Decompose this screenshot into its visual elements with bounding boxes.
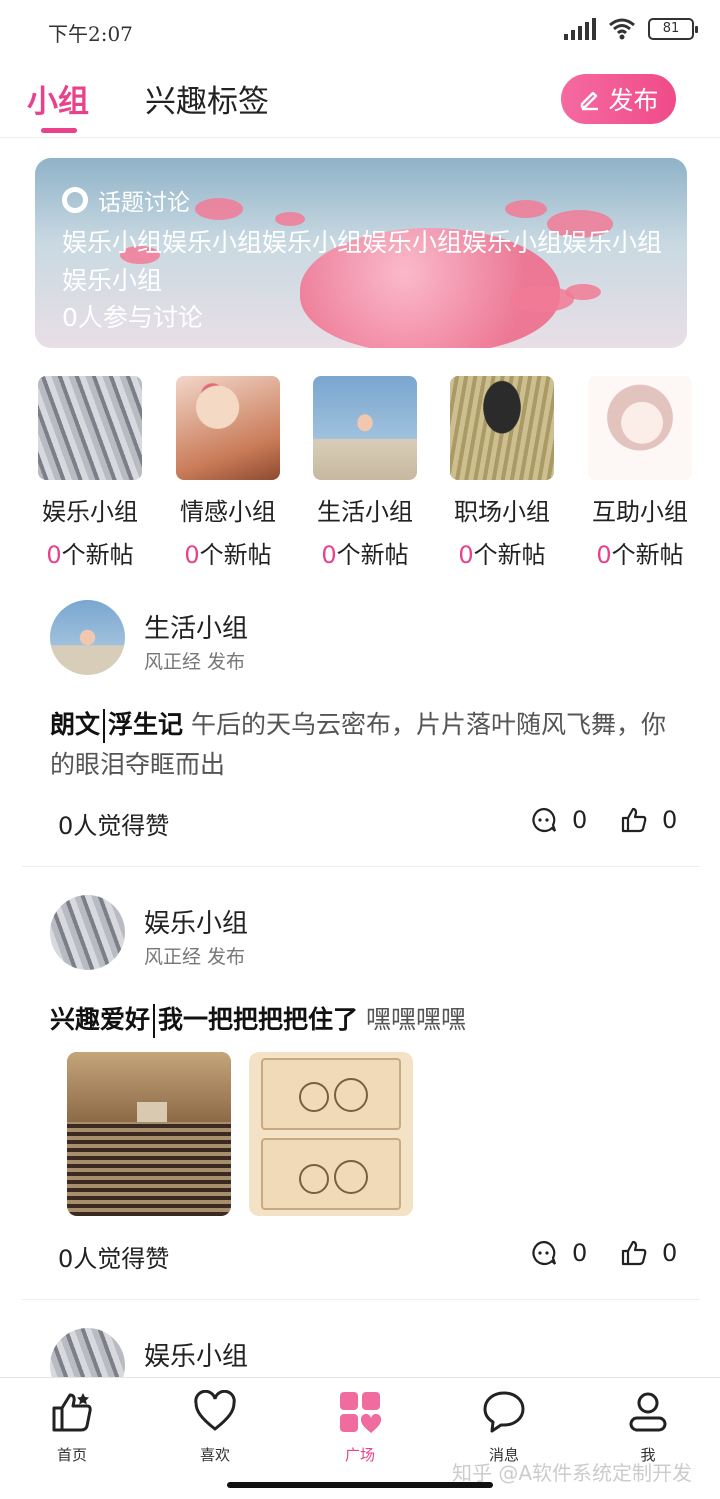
- likes-summary: 0人觉得赞: [58, 1245, 170, 1273]
- wifi-icon: [609, 18, 635, 40]
- post-author: 风正经 发布: [144, 946, 246, 968]
- post-content: 兴趣爱好 我一把把把把住了 嘿嘿嘿嘿: [50, 1000, 680, 1040]
- nav-messages[interactable]: 消息: [459, 1390, 549, 1465]
- nav-likes-label: 喜欢: [199, 1446, 230, 1464]
- group-item-workplace[interactable]: 职场小组 0个新帖: [437, 376, 567, 570]
- topic-banner[interactable]: 话题讨论 娱乐小组娱乐小组娱乐小组娱乐小组娱乐小组娱乐小组娱乐小组 0人参与讨论: [35, 158, 687, 348]
- avatar[interactable]: [50, 1328, 125, 1377]
- signal-icon: [564, 18, 596, 40]
- likes-summary: 0人觉得赞: [58, 812, 170, 840]
- post-content: 朗文 浮生记 午后的天乌云密布，片片落叶随风飞舞，你的眼泪夺眶而出: [50, 705, 680, 785]
- post-divider: [22, 1299, 700, 1300]
- group-new-posts: 0个新帖: [458, 541, 546, 569]
- nav-square-label: 广场: [344, 1446, 375, 1464]
- like-button[interactable]: 0: [620, 806, 677, 834]
- avatar[interactable]: [50, 895, 125, 970]
- comment-button[interactable]: 0: [530, 1239, 587, 1267]
- group-new-posts: 0个新帖: [46, 541, 134, 569]
- nav-likes[interactable]: 喜欢: [170, 1390, 260, 1465]
- post-title: 我一把把把把住了: [158, 1005, 359, 1034]
- nav-square[interactable]: 广场: [315, 1390, 405, 1465]
- banner-title: 娱乐小组娱乐小组娱乐小组娱乐小组娱乐小组娱乐小组娱乐小组: [62, 228, 663, 295]
- chat-bubble-icon: [483, 1391, 525, 1433]
- thumbs-up-icon: [52, 1393, 92, 1432]
- post-tag: 兴趣爱好: [50, 1005, 151, 1034]
- post-divider: [22, 866, 700, 867]
- nav-home[interactable]: 首页: [27, 1390, 117, 1465]
- post-card[interactable]: 生活小组 风正经 发布 朗文 浮生记 午后的天乌云密布，片片落叶随风飞舞，你的眼泪…: [0, 600, 720, 866]
- group-thumbnail: [313, 376, 417, 480]
- group-item-life[interactable]: 生活小组 0个新帖: [300, 376, 430, 570]
- group-new-posts: 0个新帖: [184, 541, 272, 569]
- group-item-emotion[interactable]: 情感小组 0个新帖: [163, 376, 293, 570]
- banner-tag: 话题讨论: [98, 190, 190, 216]
- post-card[interactable]: 娱乐小组: [0, 1328, 720, 1377]
- home-indicator[interactable]: [227, 1482, 493, 1488]
- top-nav: 小组 兴趣标签 发布: [0, 62, 720, 138]
- group-item-entertainment[interactable]: 娱乐小组 0个新帖: [25, 376, 155, 570]
- post-group-name[interactable]: 娱乐小组: [144, 1336, 248, 1373]
- post-image[interactable]: [249, 1052, 413, 1216]
- nav-home-label: 首页: [56, 1446, 87, 1464]
- status-time: 下午2:07: [48, 22, 133, 46]
- comment-icon: [532, 807, 557, 833]
- group-thumbnail: [38, 376, 142, 480]
- post-image[interactable]: [67, 1052, 231, 1216]
- pencil-icon: [581, 91, 599, 111]
- post-card[interactable]: 娱乐小组 风正经 发布 兴趣爱好 我一把把把把住了 嘿嘿嘿嘿 0人觉得赞 0 0: [0, 895, 720, 1299]
- thumbs-up-icon: [621, 1240, 647, 1266]
- active-tab-indicator: [41, 128, 77, 133]
- like-count: 0: [662, 806, 678, 834]
- group-name: 娱乐小组: [42, 498, 138, 526]
- post-tag: 朗文: [50, 710, 101, 739]
- publish-button[interactable]: 发布: [561, 74, 676, 124]
- post-title: 浮生记: [108, 710, 184, 739]
- square-grid-icon: [340, 1392, 382, 1433]
- person-icon: [629, 1392, 667, 1432]
- banner-participants: 0人参与讨论: [62, 303, 203, 332]
- battery-icon: 81: [648, 18, 698, 40]
- group-new-posts: 0个新帖: [321, 541, 409, 569]
- thumbs-up-icon: [621, 807, 647, 833]
- post-text: 嘿嘿嘿嘿: [365, 1005, 466, 1034]
- status-bar: 下午2:07 81: [0, 0, 720, 62]
- group-thumbnail: [176, 376, 280, 480]
- group-thumbnail: [588, 376, 692, 480]
- group-new-posts: 0个新帖: [596, 541, 684, 569]
- avatar[interactable]: [50, 600, 125, 675]
- heart-icon: [194, 1390, 236, 1431]
- post-group-name[interactable]: 生活小组: [144, 608, 248, 645]
- group-list: 娱乐小组 0个新帖 情感小组 0个新帖 生活小组 0个新帖 职场小组 0个新帖 …: [0, 376, 720, 569]
- nav-me[interactable]: 我: [603, 1390, 693, 1465]
- group-name: 职场小组: [454, 498, 550, 526]
- post-author: 风正经 发布: [144, 651, 246, 673]
- like-count: 0: [662, 1239, 678, 1267]
- like-button[interactable]: 0: [620, 1239, 677, 1267]
- group-item-mutual-aid[interactable]: 互助小组 0个新帖: [575, 376, 705, 570]
- group-name: 情感小组: [180, 498, 276, 526]
- comment-count: 0: [572, 1239, 588, 1267]
- comment-button[interactable]: 0: [530, 806, 587, 834]
- post-group-name[interactable]: 娱乐小组: [144, 903, 248, 940]
- group-thumbnail: [450, 376, 554, 480]
- comment-count: 0: [572, 806, 588, 834]
- topic-ring-icon: [62, 187, 88, 213]
- comment-icon: [532, 1240, 557, 1266]
- tab-groups[interactable]: 小组: [27, 76, 89, 121]
- tab-interest-tags[interactable]: 兴趣标签: [145, 76, 269, 121]
- group-name: 生活小组: [317, 498, 413, 526]
- publish-label: 发布: [608, 86, 659, 115]
- group-name: 互助小组: [592, 498, 688, 526]
